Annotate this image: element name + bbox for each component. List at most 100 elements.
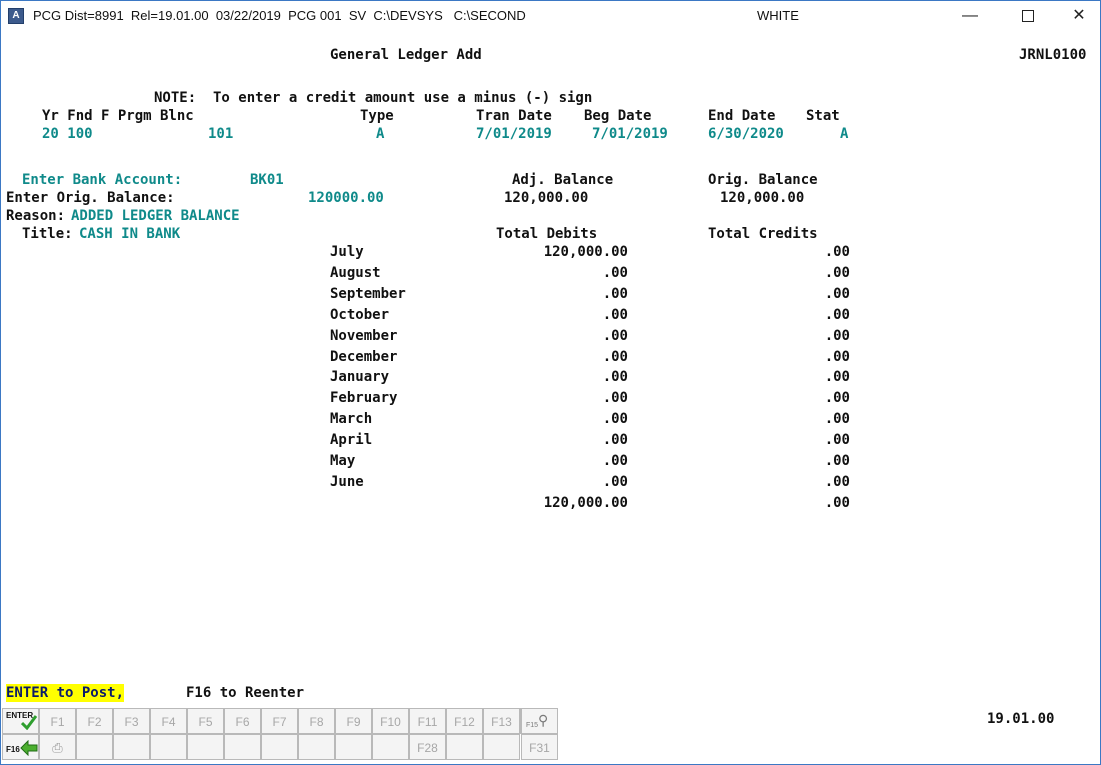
header-yr-fnd-prgm-blnc: Yr Fnd F Prgm Blnc <box>42 108 194 124</box>
fkey-f12-button[interactable]: F12 <box>446 708 483 734</box>
minimize-icon: — <box>962 7 978 24</box>
month-credits: .00 <box>824 307 850 323</box>
value-yr-fnd: 20 100 <box>42 126 93 142</box>
month-debits: .00 <box>602 474 628 490</box>
app-icon: A <box>8 8 24 24</box>
bank-account-label: Enter Bank Account: <box>22 172 183 188</box>
header-stat: Stat <box>806 108 840 124</box>
total-credits-header: Total Credits <box>708 226 818 242</box>
fkey-blank[interactable] <box>187 734 224 760</box>
fkey-blank[interactable] <box>298 734 335 760</box>
fkey-blank[interactable] <box>372 734 409 760</box>
minimize-button[interactable]: — <box>955 5 985 27</box>
fkey-f8-button[interactable]: F8 <box>298 708 335 734</box>
month-debits: .00 <box>602 286 628 302</box>
title-field: CASH IN BANK <box>79 226 181 242</box>
month-debits: .00 <box>602 390 628 406</box>
terminal-window: A PCG Dist=8991 Rel=19.01.00 03/22/2019 … <box>0 0 1101 765</box>
fkey-f6-button[interactable]: F6 <box>224 708 261 734</box>
month-credits: .00 <box>824 474 850 490</box>
f16-key-label: F16 <box>6 745 20 754</box>
fkey-blank[interactable] <box>76 734 113 760</box>
orig-balance-header: Orig. Balance <box>708 172 818 188</box>
month-debits: .00 <box>602 349 628 365</box>
month-credits: .00 <box>824 453 850 469</box>
screen-code: JRNL0100 <box>1019 47 1087 63</box>
fkey-f1-button[interactable]: F1 <box>39 708 76 734</box>
month-debits: .00 <box>602 307 628 323</box>
month-credits: .00 <box>824 349 850 365</box>
month-name: July <box>330 244 364 260</box>
month-name: August <box>330 265 381 281</box>
value-type: A <box>376 126 385 142</box>
month-credits: .00 <box>824 369 850 385</box>
month-debits: .00 <box>602 453 628 469</box>
month-name: September <box>330 286 406 302</box>
header-beg-date: Beg Date <box>584 108 652 124</box>
magnifier-icon: ⚲ <box>538 712 549 728</box>
maximize-button[interactable] <box>1013 5 1043 27</box>
fkey-blank[interactable] <box>224 734 261 760</box>
prompt-f16: F16 to Reenter <box>186 685 305 701</box>
fkey-f3-button[interactable]: F3 <box>113 708 150 734</box>
back-arrow-icon <box>20 740 38 756</box>
fkey-f2-button[interactable]: F2 <box>76 708 113 734</box>
fkey-blank[interactable] <box>261 734 298 760</box>
month-name: October <box>330 307 390 323</box>
adj-balance-header: Adj. Balance <box>512 172 614 188</box>
month-name: December <box>330 349 398 365</box>
f31-button[interactable]: F31 <box>521 734 558 760</box>
month-credits: .00 <box>824 244 850 260</box>
terminal-screen: General Ledger Add JRNL0100 NOTE: To ent… <box>2 32 1099 764</box>
value-blnc: 101 <box>208 126 234 142</box>
fkey-f5-button[interactable]: F5 <box>187 708 224 734</box>
bank-account-field[interactable]: BK01 <box>250 171 284 189</box>
f16-reenter-button[interactable]: F16 <box>2 734 39 760</box>
value-end-date: 6/30/2020 <box>708 126 784 142</box>
month-debits: .00 <box>602 265 628 281</box>
fkey-f10-button[interactable]: F10 <box>372 708 409 734</box>
fkey-f4-button[interactable]: F4 <box>150 708 187 734</box>
month-credits: .00 <box>824 328 850 344</box>
month-credits: .00 <box>824 286 850 302</box>
version-label: 19.01.00 <box>987 711 1055 727</box>
fkey-blank[interactable] <box>113 734 150 760</box>
month-debits: .00 <box>602 369 628 385</box>
fkey-blank[interactable] <box>335 734 372 760</box>
title-user: WHITE <box>757 8 799 23</box>
print-button[interactable]: ⎙ <box>39 734 76 760</box>
enter-key-button[interactable]: ENTER <box>2 708 39 734</box>
value-stat: A <box>840 126 849 142</box>
fkey-blank[interactable] <box>483 734 520 760</box>
prompt-enter: ENTER to Post, <box>6 684 125 702</box>
orig-balance-value: 120,000.00 <box>720 190 805 206</box>
fkey-f13-button[interactable]: F13 <box>483 708 520 734</box>
month-name: November <box>330 328 398 344</box>
month-debits: .00 <box>602 432 628 448</box>
reason-label: Reason: <box>6 208 66 224</box>
close-button[interactable]: ✕ <box>1064 5 1094 27</box>
month-credits: .00 <box>824 265 850 281</box>
reason-field[interactable]: ADDED LEDGER BALANCE <box>71 207 240 225</box>
check-icon <box>21 715 37 730</box>
month-credits: .00 <box>824 432 850 448</box>
title-info: PCG Dist=8991 Rel=19.01.00 03/22/2019 PC… <box>33 8 526 23</box>
fkey-blank[interactable] <box>150 734 187 760</box>
month-credits: .00 <box>824 411 850 427</box>
title-label: Title: <box>22 226 73 242</box>
total-debits-header: Total Debits <box>496 226 598 242</box>
f28-button[interactable]: F28 <box>409 734 446 760</box>
f15-search-button[interactable]: F15 ⚲ <box>521 708 558 734</box>
orig-balance-field[interactable]: 120000.00 <box>308 189 384 207</box>
month-debits: .00 <box>602 411 628 427</box>
month-name: March <box>330 411 373 427</box>
header-type: Type <box>360 108 394 124</box>
adj-balance-value: 120,000.00 <box>504 190 589 206</box>
fkey-blank[interactable] <box>446 734 483 760</box>
orig-balance-label: Enter Orig. Balance: <box>6 190 175 206</box>
month-name: June <box>330 474 364 490</box>
fkey-f7-button[interactable]: F7 <box>261 708 298 734</box>
maximize-icon <box>1022 9 1034 22</box>
fkey-f11-button[interactable]: F11 <box>409 708 446 734</box>
fkey-f9-button[interactable]: F9 <box>335 708 372 734</box>
